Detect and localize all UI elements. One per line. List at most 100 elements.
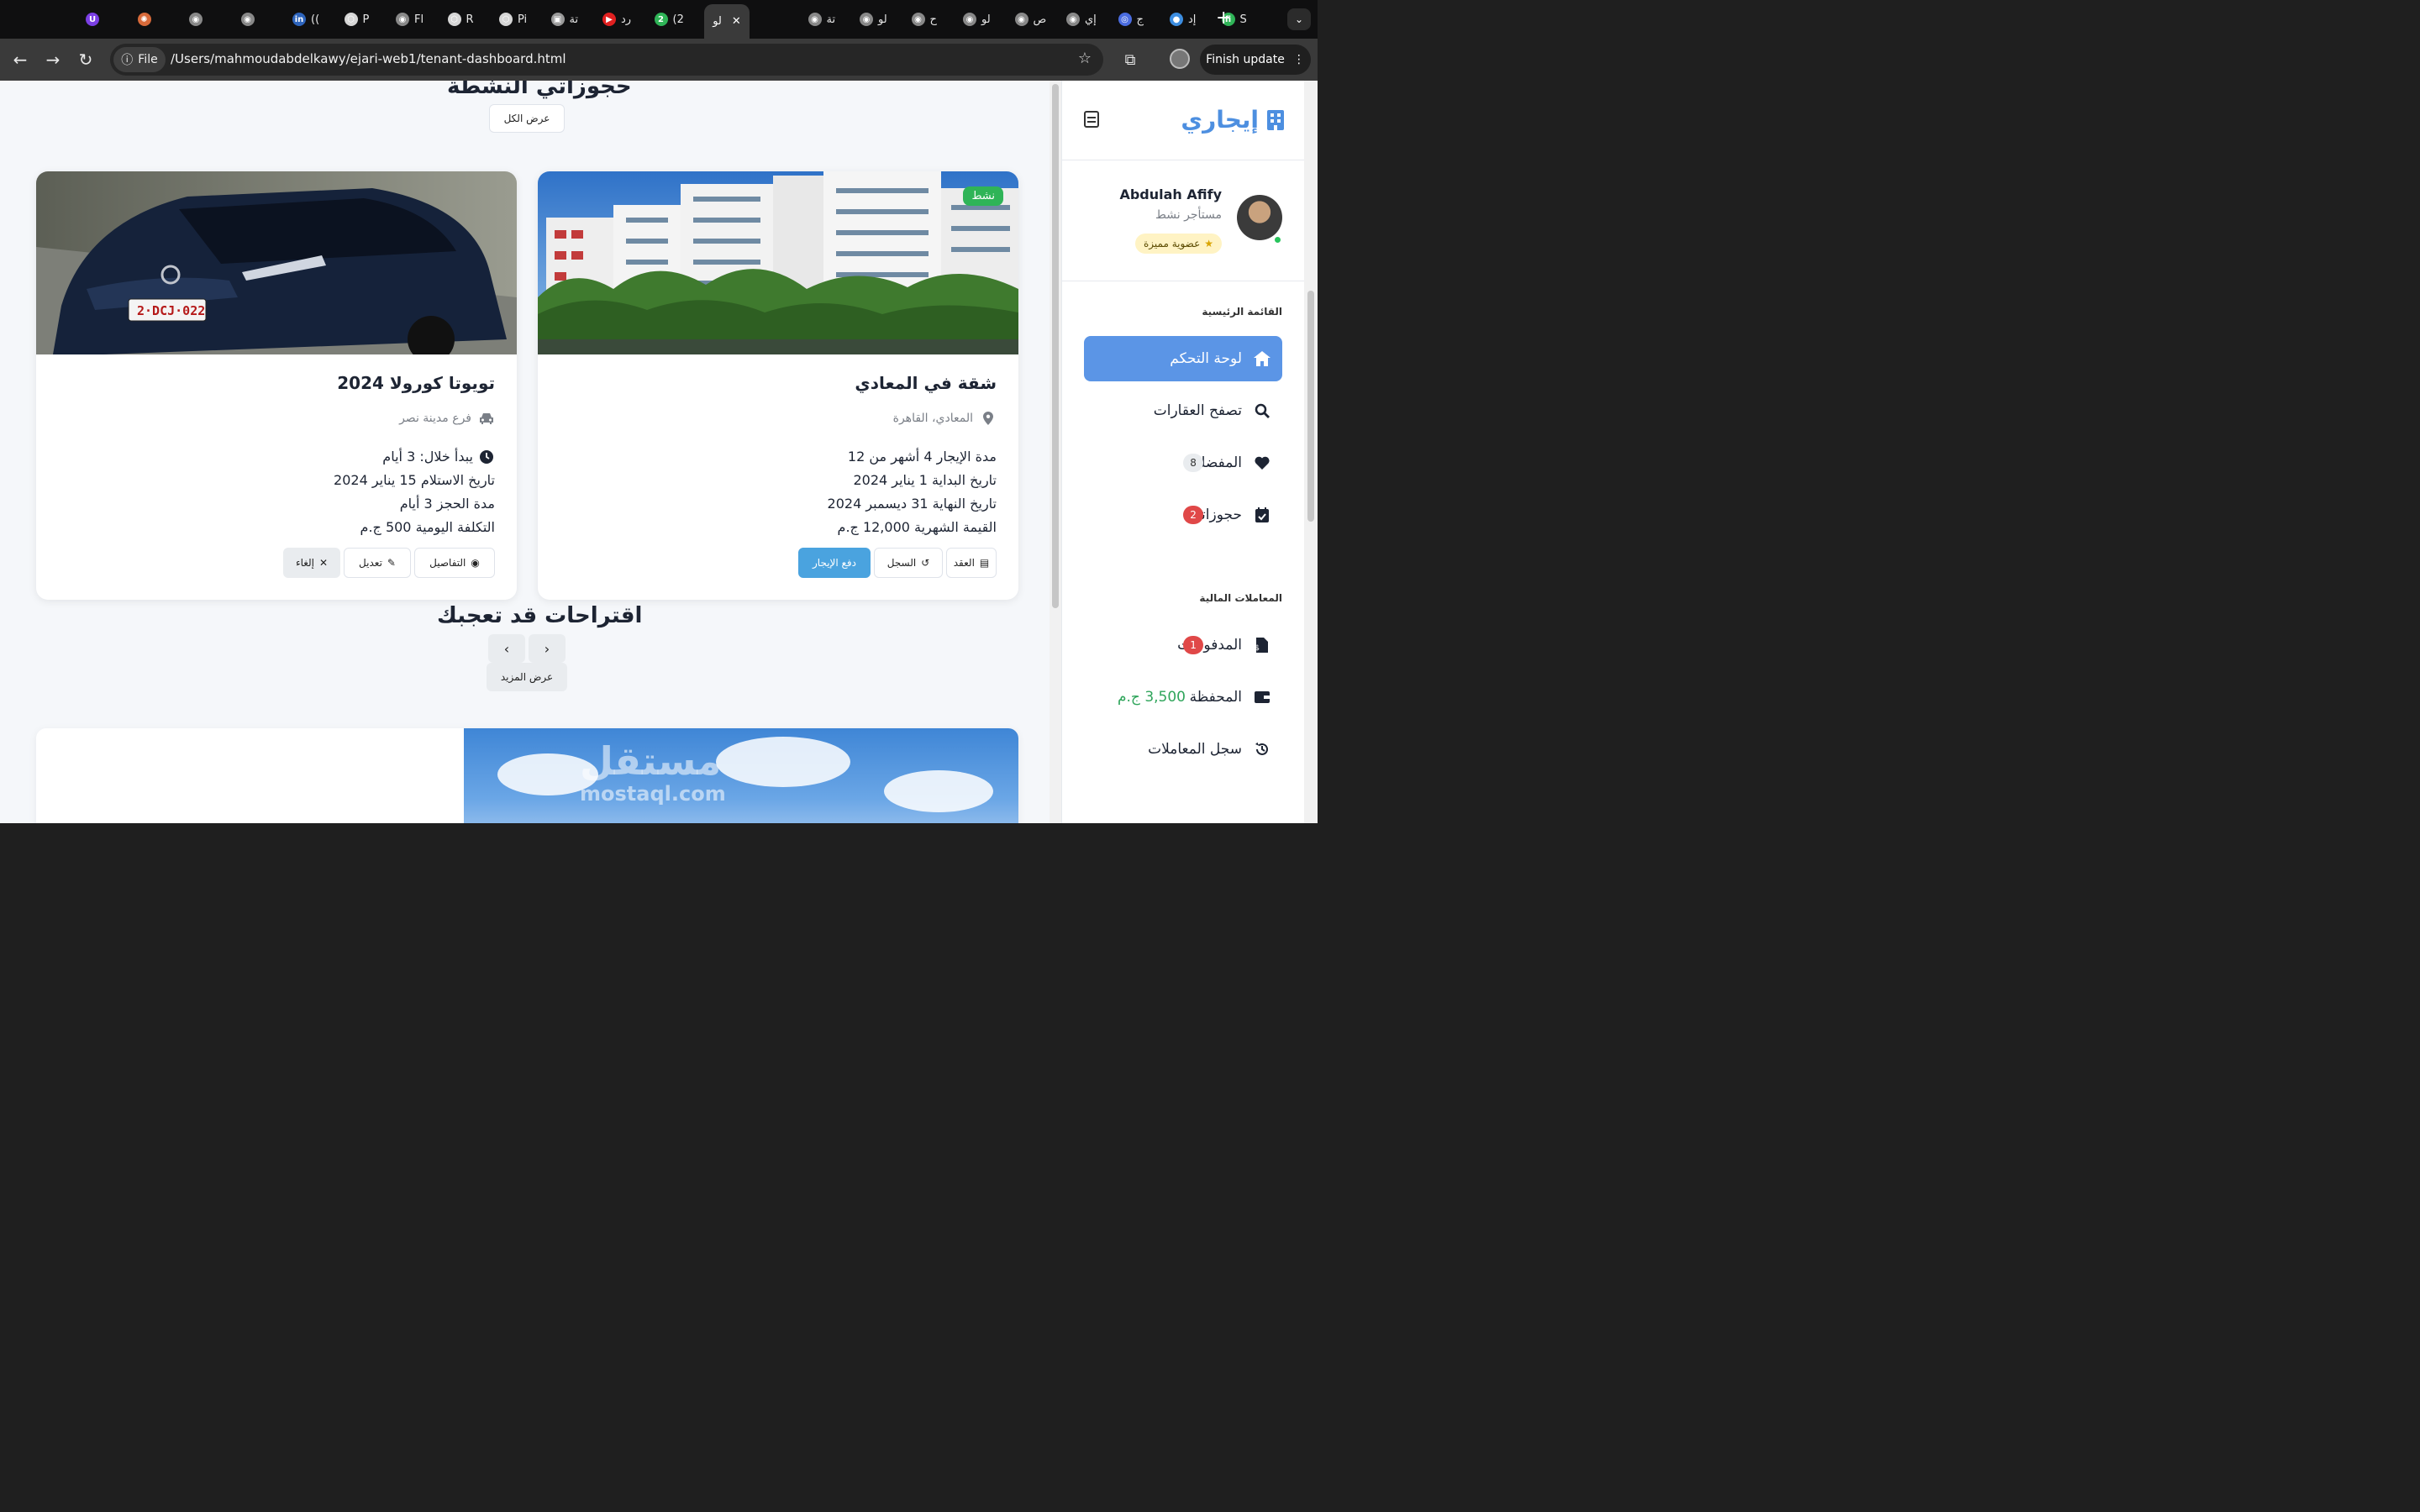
more-vert-icon: ⋮ xyxy=(1292,53,1305,66)
globe-icon: ◉ xyxy=(911,13,925,26)
sidebar-item-transactions[interactable]: سجل المعاملات xyxy=(1084,727,1282,772)
svg-text:$: $ xyxy=(1256,644,1260,653)
extensions-icon[interactable]: ⧉ xyxy=(1119,49,1141,71)
sidebar-scrollbar[interactable] xyxy=(1304,81,1318,823)
browser-tab-label: إي xyxy=(1085,13,1097,26)
browser-tab[interactable]: 2 (2 xyxy=(654,8,684,31)
home-icon xyxy=(1254,350,1270,367)
chevron-right-icon: › xyxy=(544,640,550,657)
profile-avatar[interactable] xyxy=(1170,49,1190,69)
browser-tab[interactable]: ◉ لو xyxy=(963,8,991,31)
browser-tab[interactable]: ⬡ P xyxy=(344,8,369,31)
main-scrollbar[interactable] xyxy=(1050,81,1061,823)
sidebar-item-favorites[interactable]: المفضلة 8 xyxy=(1084,440,1282,486)
tab-search-button[interactable]: ⌄ xyxy=(1287,8,1311,30)
address-bar[interactable]: ⓘ File /Users/mahmoudabdelkawy/ejari-web… xyxy=(110,44,1103,76)
details-button[interactable]: ◉ التفاصيل xyxy=(414,548,495,578)
detail-line: تاريخ البداية 1 يناير 2024 xyxy=(853,472,997,488)
apartment-card-actions: ▤ العقد ↺ السجل دفع الإيجار xyxy=(798,548,997,578)
hex-icon: ⬡ xyxy=(499,13,513,26)
sidebar-item-bookings[interactable]: حجوزاتي 2 xyxy=(1084,492,1282,538)
pay-rent-button[interactable]: دفع الإيجار xyxy=(798,548,871,578)
sidebar-item-label: سجل المعاملات xyxy=(1148,741,1242,758)
url-text[interactable]: /Users/mahmoudabdelkawy/ejari-web1/tenan… xyxy=(171,51,566,66)
menu-toggle-icon[interactable] xyxy=(1084,111,1099,128)
browser-tab[interactable]: ◉ xyxy=(240,8,255,31)
detail-line: مدة الإيجار 4 أشهر من 12 xyxy=(847,449,997,465)
browser-tab[interactable]: ◎ ج xyxy=(1118,8,1144,31)
sidebar: إيجاري Abdulah Afify مستأجر نشط ★ عضوية … xyxy=(1061,81,1304,823)
main-scrollbar-thumb[interactable] xyxy=(1052,84,1059,608)
browser-tab[interactable]: in (( xyxy=(292,8,319,31)
edit-label: تعديل xyxy=(359,557,382,569)
page-viewport: حجوزاتي النشطة عرض الكل نشط شقة في المعا… xyxy=(0,81,1318,823)
browser-tab[interactable]: ⬡ Pi xyxy=(499,8,527,31)
apartment-illustration xyxy=(538,171,1018,354)
sidebar-item-dashboard[interactable]: لوحة التحكم xyxy=(1084,336,1282,381)
close-tab-icon[interactable]: ✕ xyxy=(732,15,741,28)
eye-icon: ◎ xyxy=(1118,13,1132,26)
cloud-shape xyxy=(716,737,850,787)
sidebar-scrollbar-thumb[interactable] xyxy=(1307,291,1314,522)
active-tab[interactable]: لو ✕ xyxy=(704,4,750,39)
sidebar-item-label: لوحة التحكم xyxy=(1170,350,1242,367)
reload-button[interactable]: ↻ xyxy=(75,49,97,71)
contract-label: العقد xyxy=(953,557,975,569)
browser-tab-label: ح xyxy=(929,13,937,26)
browser-tab-label: رد xyxy=(621,13,632,26)
contract-button[interactable]: ▤ العقد xyxy=(946,548,997,578)
browser-tab[interactable]: ◉ إي xyxy=(1066,8,1097,31)
browser-tab[interactable]: ▣ تة xyxy=(550,8,579,31)
sidebar-item-wallet[interactable]: المحفظة 3,500 ج.م xyxy=(1084,675,1282,720)
browser-tab[interactable]: ⬡ R xyxy=(447,8,474,31)
browser-tab-strip: U✺◉◉in((⬡P◉Fl⬡R⬡Pi▣تة▶رد2(2in((◉تة◉لو◉ح◉… xyxy=(0,0,1318,39)
heart-icon xyxy=(1254,454,1270,471)
avatar[interactable] xyxy=(1237,195,1282,240)
site-info-chip[interactable]: ⓘ File xyxy=(113,47,166,72)
browser-tab[interactable]: ✺ xyxy=(137,8,151,31)
card-details: يبدأ خلال: 3 أيام تاريخ الاستلام 15 يناي… xyxy=(58,445,495,539)
car-card-actions: ◉ التفاصيل ✎ تعديل ✕ إلغاء xyxy=(283,548,495,578)
forward-button[interactable]: → xyxy=(42,49,64,71)
main-menu-label: القائمة الرئيسية xyxy=(1202,306,1282,318)
carousel-next-button[interactable]: › xyxy=(529,634,566,663)
detail-line: مدة الحجز 3 أيام xyxy=(399,496,495,512)
browser-toolbar: ← → ↻ ⓘ File /Users/mahmoudabdelkawy/eja… xyxy=(0,39,1318,81)
edit-button[interactable]: ✎ تعديل xyxy=(344,548,411,578)
finance-menu-label: المعاملات المالية xyxy=(1199,592,1282,604)
browser-tab[interactable]: ◉ Fl xyxy=(396,8,424,31)
browser-tab[interactable]: U xyxy=(86,8,99,31)
finish-update-button[interactable]: Finish update ⋮ xyxy=(1200,45,1311,75)
search-icon xyxy=(1254,402,1270,419)
history-button[interactable]: ↺ السجل xyxy=(874,548,943,578)
show-more-button[interactable]: عرض المزيد xyxy=(487,663,567,691)
sidebar-item-payments[interactable]: $ المدفوعات 1 xyxy=(1084,622,1282,668)
browser-tab-label: تة xyxy=(569,13,579,26)
watermark-text: مستقل xyxy=(580,738,722,784)
globe-icon: ◉ xyxy=(240,13,255,26)
new-tab-button[interactable]: + xyxy=(1216,8,1231,29)
browser-tab[interactable]: ◉ لو xyxy=(860,8,887,31)
sidebar-item-browse[interactable]: تصفح العقارات xyxy=(1084,388,1282,433)
sparkle-icon: ✺ xyxy=(137,13,151,26)
cancel-label: إلغاء xyxy=(295,557,315,569)
brand-logo[interactable]: إيجاري xyxy=(1181,106,1284,134)
globe-icon: ◉ xyxy=(1066,13,1080,26)
bookmark-star-icon[interactable]: ☆ xyxy=(1078,50,1092,67)
globe-icon: ◉ xyxy=(808,13,822,26)
suggestion-card[interactable]: مستقل mostaql.com xyxy=(36,728,1018,823)
browser-tab[interactable]: ▶ رد xyxy=(602,8,631,31)
view-all-button[interactable]: عرض الكل xyxy=(489,104,565,133)
browser-tab[interactable]: ● إد xyxy=(1170,8,1196,31)
carousel-prev-button[interactable]: ‹ xyxy=(488,634,525,663)
back-button[interactable]: ← xyxy=(9,49,31,71)
browser-tab[interactable]: ◉ xyxy=(189,8,203,31)
chevron-down-icon: ⌄ xyxy=(1294,13,1304,25)
globe-icon: ◉ xyxy=(396,13,409,26)
browser-tab[interactable]: ◉ تة xyxy=(808,8,835,31)
browser-tab[interactable]: ◉ ح xyxy=(911,8,937,31)
apartment-card-body: شقة في المعادي المعادي، القاهرة مدة الإي… xyxy=(560,373,997,539)
cancel-booking-button[interactable]: ✕ إلغاء xyxy=(283,548,340,578)
browser-tab-label: Pi xyxy=(518,13,528,26)
browser-tab[interactable]: ◉ ص xyxy=(1014,8,1046,31)
